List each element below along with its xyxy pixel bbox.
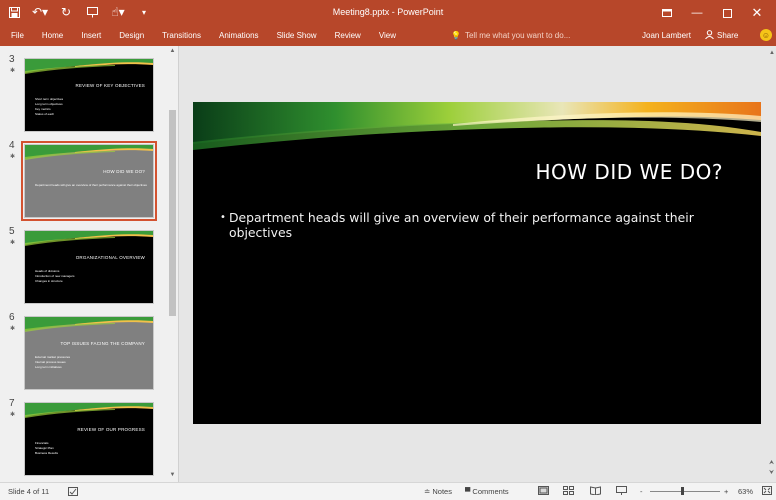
current-slide[interactable]: HOW DID WE DO? • Department heads will g… — [193, 102, 761, 424]
notes-icon: ≐ — [424, 487, 431, 496]
comments-label: Comments — [472, 487, 509, 496]
slide-swoosh-graphic — [193, 102, 761, 150]
zoom-slider-knob[interactable] — [681, 487, 684, 495]
close-icon[interactable]: ✕ — [742, 2, 772, 24]
thumbnail-bullet: Status of each — [35, 112, 55, 116]
previous-slide-icon[interactable]: ⮝ — [769, 460, 776, 467]
slide-thumbnail-pane: 3 ✱ REVIEW OF KEY OBJECTIVES Short term obj… — [0, 46, 179, 482]
transition-star-icon: ✱ — [10, 68, 16, 74]
person-icon — [705, 30, 714, 41]
thumbnail-bullet: Long term objectives — [35, 102, 63, 106]
feedback-smiley-icon[interactable]: ☺ — [760, 29, 772, 41]
slide-number: 7 — [9, 398, 15, 409]
scroll-up-icon[interactable]: ▲ — [169, 48, 176, 56]
ribbon-display-options-icon[interactable] — [652, 2, 682, 24]
zoom-slider[interactable] — [650, 491, 720, 492]
slide-thumbnail[interactable]: REVIEW OF OUR PROGRESS Financials Strategi… — [24, 402, 154, 476]
transition-star-icon: ✱ — [10, 326, 16, 332]
minimize-icon[interactable]: — — [682, 2, 712, 24]
thumbnail-bullet: Changes in structure — [35, 279, 63, 283]
ribbon-tabs: File Home Insert Design Transitions Animation… — [0, 26, 776, 46]
editor-scrollbar[interactable]: ▲ ⮝ ⮟ — [769, 46, 776, 482]
spelling-check-icon[interactable] — [68, 487, 78, 498]
tab-animations[interactable]: Animations — [210, 30, 268, 41]
thumbnail-swoosh-graphic — [25, 231, 153, 246]
reading-view-icon[interactable] — [590, 486, 601, 497]
scrollbar-thumb[interactable] — [169, 110, 176, 316]
thumbnail-swoosh-graphic — [25, 403, 153, 418]
slide-show-view-icon[interactable] — [616, 486, 627, 497]
tab-list: File Home Insert Design Transitions Animation… — [2, 30, 405, 41]
thumbnail-title: ORGANIZATIONAL OVERVIEW — [75, 255, 145, 260]
thumbnail-bullet: Short term objectives — [35, 97, 64, 101]
thumbnail-swoosh-graphic — [25, 145, 153, 160]
bullet-icon: • — [220, 212, 226, 223]
slide-number: 6 — [9, 312, 15, 323]
notes-button[interactable]: ≐ Notes — [424, 487, 452, 496]
slide-sorter-view-icon[interactable] — [563, 486, 574, 497]
tab-review[interactable]: Review — [326, 30, 370, 41]
transition-star-icon: ✱ — [10, 154, 16, 160]
window-controls: — ✕ — [652, 2, 772, 24]
thumbnail-title: HOW DID WE DO? — [103, 169, 145, 174]
lightbulb-icon: 💡 — [451, 31, 461, 40]
tell-me-box[interactable]: 💡 Tell me what you want to do... — [451, 31, 570, 40]
slide-body-text[interactable]: • Department heads will give an overview… — [220, 210, 729, 240]
normal-view-icon[interactable] — [538, 486, 549, 497]
tab-transitions[interactable]: Transitions — [153, 30, 210, 41]
scroll-up-icon[interactable]: ▲ — [769, 50, 776, 56]
transition-star-icon: ✱ — [10, 240, 16, 246]
user-name[interactable]: Joan Lambert — [642, 31, 691, 40]
slide-number: 4 — [9, 140, 15, 151]
next-slide-icon[interactable]: ⮟ — [769, 470, 776, 477]
comments-icon: ▀ — [465, 487, 471, 496]
thumbnail-bullet: Heads of divisions — [35, 269, 60, 273]
share-label: Share — [717, 31, 739, 40]
tab-slide-show[interactable]: Slide Show — [268, 30, 326, 41]
tab-file[interactable]: File — [2, 30, 33, 41]
zoom-out-button[interactable]: - — [640, 487, 643, 496]
slide-thumbnail[interactable]: ORGANIZATIONAL OVERVIEW Heads of division… — [24, 230, 154, 304]
thumbnail-bullet: External market pressures — [35, 355, 71, 359]
thumbnail-title: TOP ISSUES FACING THE COMPANY — [60, 341, 145, 346]
thumbnail-bullet: Long term initiatives — [35, 365, 62, 369]
thumbnail-bullet: Financials — [35, 441, 49, 445]
notes-label: Notes — [432, 487, 452, 496]
thumbnail-bullet: Strategic Plan — [35, 446, 54, 450]
tell-me-text: Tell me what you want to do... — [464, 31, 571, 40]
slide-indicator[interactable]: Slide 4 of 11 — [8, 487, 49, 496]
scroll-down-icon[interactable]: ▼ — [169, 472, 176, 480]
transition-star-icon: ✱ — [10, 412, 16, 418]
fit-slide-to-window-icon[interactable] — [762, 486, 772, 497]
slide-bullet-1: Department heads will give an overview o… — [229, 210, 694, 240]
title-bar: ↶▾ ↻ ☝▾ ▾ Meeting8.pptx - PowerPoint — ✕ — [0, 0, 776, 26]
maximize-icon[interactable] — [712, 2, 742, 24]
zoom-in-button[interactable]: + — [724, 487, 728, 496]
thumbnail-scrollbar[interactable]: ▲ ▼ — [168, 46, 177, 482]
thumbnail-swoosh-graphic — [25, 317, 153, 332]
slide-thumbnail[interactable]: HOW DID WE DO? Department heads will give… — [21, 141, 157, 221]
thumbnail-title: REVIEW OF KEY OBJECTIVES — [75, 83, 145, 88]
slide-title[interactable]: HOW DID WE DO? — [536, 160, 724, 184]
thumbnail-bullet: Business Results — [35, 451, 59, 455]
tab-home[interactable]: Home — [33, 30, 72, 41]
slide-thumbnail[interactable]: REVIEW OF KEY OBJECTIVES Short term objec… — [24, 58, 154, 132]
tab-view[interactable]: View — [370, 30, 405, 41]
status-bar: Slide 4 of 11 ≐ Notes ▀ Comments - + 63% — [0, 482, 776, 500]
thumbnail-bullet: Key metrics — [35, 107, 51, 111]
zoom-level[interactable]: 63% — [738, 487, 753, 496]
thumbnail-title: REVIEW OF OUR PROGRESS — [77, 427, 145, 432]
thumbnail-bullet: Introduction of new managers — [35, 274, 75, 278]
thumbnail-swoosh-graphic — [25, 59, 153, 74]
tab-design[interactable]: Design — [110, 30, 153, 41]
thumbnail-bullet: Department heads will give an overview o… — [35, 183, 147, 187]
comments-button[interactable]: ▀ Comments — [465, 487, 509, 496]
tab-insert[interactable]: Insert — [72, 30, 110, 41]
slide-number: 3 — [9, 54, 15, 65]
slide-number: 5 — [9, 226, 15, 237]
thumbnail-bullet: Internal process issues — [35, 360, 66, 364]
share-button[interactable]: Share — [705, 30, 738, 41]
slide-thumbnail[interactable]: TOP ISSUES FACING THE COMPANY External ma… — [24, 316, 154, 390]
